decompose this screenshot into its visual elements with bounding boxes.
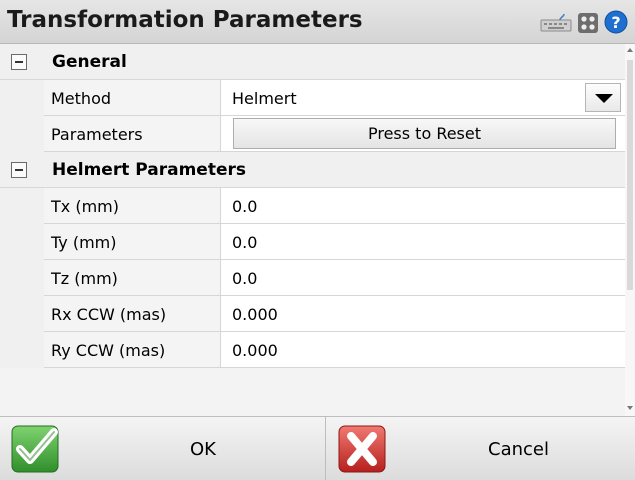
property-row-tx: Tx (mm) 0.0 [0,188,625,224]
tx-input[interactable]: 0.0 [221,188,625,224]
property-name: Tz (mm) [51,269,118,288]
property-row-rx: Rx CCW (mas) 0.000 [0,296,625,332]
gutter [0,116,44,152]
property-name-cell: Ry CCW (mas) [44,332,221,368]
category-general[interactable]: General [0,44,625,80]
gutter [0,44,44,79]
gutter [0,260,44,296]
scroll-thumb[interactable] [627,60,633,290]
property-value: 0.0 [232,233,258,252]
property-value: 0.000 [232,305,278,324]
close-icon [338,425,386,473]
property-name: Method [51,89,112,108]
property-name-cell: Rx CCW (mas) [44,296,221,332]
tz-input[interactable]: 0.0 [221,260,625,296]
property-grid: General Method Helmert Parameters Press … [0,44,625,416]
category-label: General [52,52,127,72]
property-name: Parameters [51,125,143,144]
property-value: 0.000 [232,341,278,360]
cancel-button[interactable]: Cancel [327,417,635,480]
method-select[interactable]: Helmert [221,80,625,116]
property-name-cell: Tz (mm) [44,260,221,296]
property-row-method: Method Helmert [0,80,625,116]
gutter [0,296,44,332]
scroll-up-icon[interactable] [627,48,633,52]
help-icon[interactable]: ? [604,10,628,34]
reset-button[interactable]: Press to Reset [233,118,616,149]
checkmark-icon [11,425,59,473]
ok-label: OK [190,439,216,460]
property-name-cell: Parameters [44,116,221,152]
category-helmert-parameters[interactable]: Helmert Parameters [0,152,625,188]
property-row-parameters: Parameters Press to Reset [0,116,625,152]
title-icons: ? [540,10,635,34]
rx-input[interactable]: 0.000 [221,296,625,332]
property-name: Ry CCW (mas) [51,341,166,360]
property-name: Ty (mm) [51,233,117,252]
property-name-cell: Ty (mm) [44,224,221,260]
collapse-icon[interactable] [11,162,27,178]
ok-button[interactable]: OK [0,417,326,480]
gutter [0,224,44,260]
category-label: Helmert Parameters [52,160,246,180]
property-row-tz: Tz (mm) 0.0 [0,260,625,296]
property-name-cell: Method [44,80,221,116]
property-value: 0.0 [232,269,258,288]
vertical-scrollbar[interactable] [625,44,635,416]
cancel-label: Cancel [488,439,549,460]
page-title: Transformation Parameters [7,7,363,33]
scroll-down-icon[interactable] [627,406,633,410]
svg-text:?: ? [611,13,620,32]
property-value: 0.0 [232,197,258,216]
gutter [0,80,44,116]
property-value: Helmert [232,89,297,108]
keyboard-icon[interactable] [540,14,572,32]
gutter [0,188,44,224]
grid-icon[interactable] [577,12,599,34]
gutter [0,332,44,368]
ry-input[interactable]: 0.000 [221,332,625,368]
dialog-footer: OK Cancel [0,416,635,480]
property-row-ty: Ty (mm) 0.0 [0,224,625,260]
property-name: Tx (mm) [51,197,119,216]
property-value-cell: Press to Reset [221,116,625,152]
title-bar: Transformation Parameters ? [0,0,635,44]
property-name: Rx CCW (mas) [51,305,167,324]
gutter [0,152,44,187]
ty-input[interactable]: 0.0 [221,224,625,260]
collapse-icon[interactable] [11,54,27,70]
property-name-cell: Tx (mm) [44,188,221,224]
property-row-ry: Ry CCW (mas) 0.000 [0,332,625,368]
dropdown-arrow-icon[interactable] [585,83,621,112]
